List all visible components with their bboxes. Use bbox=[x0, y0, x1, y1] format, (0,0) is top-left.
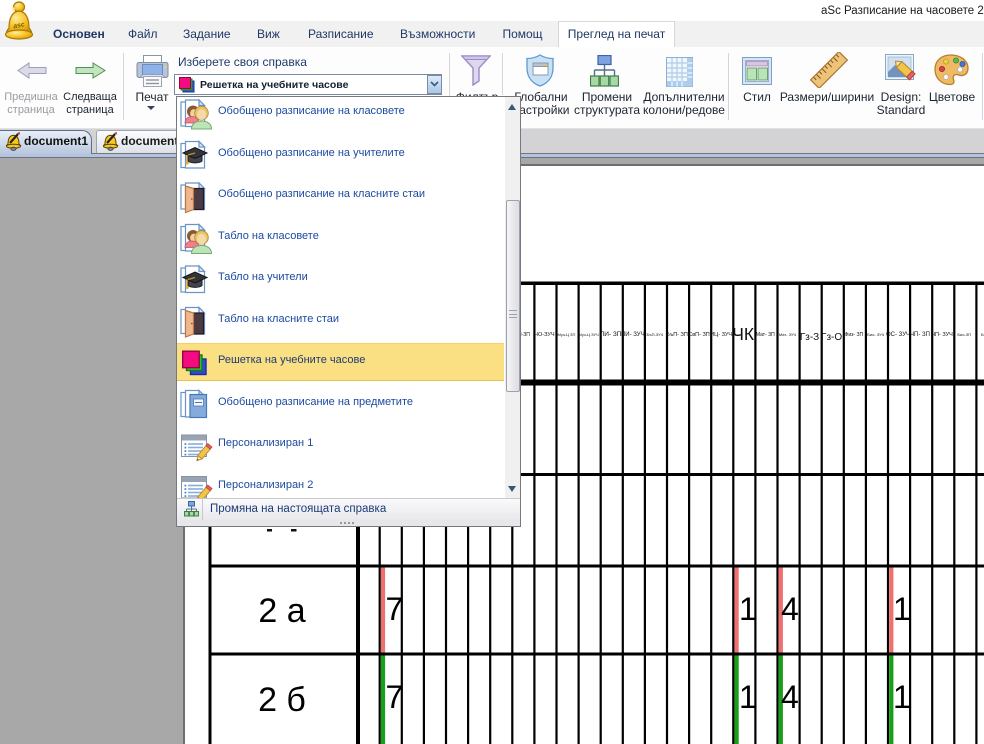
svg-text:ИЦ- ЗУЧ: ИЦ- ЗУЧ bbox=[710, 332, 732, 338]
svg-text:4: 4 bbox=[781, 679, 799, 715]
svg-text:Био- ЗУЧ: Био- ЗУЧ bbox=[867, 332, 884, 337]
svg-text:Био-ЗП: Био-ЗП bbox=[957, 332, 971, 337]
svg-text:7: 7 bbox=[386, 591, 404, 627]
svg-text:ОС- ЗУЧ: ОС- ЗУЧ bbox=[886, 332, 910, 338]
svg-text:Гз-З: Гз-З bbox=[800, 332, 819, 343]
svg-text:Мат- ЗП: Мат- ЗП bbox=[756, 332, 775, 338]
svg-text:Мат- ЗУЧ: Мат- ЗУЧ bbox=[779, 332, 797, 337]
svg-text:Гз-О: Гз-О bbox=[821, 332, 842, 343]
svg-text:СвП- ЗП: СвП- ЗП bbox=[688, 332, 710, 338]
svg-text:7: 7 bbox=[386, 679, 404, 715]
svg-text:1: 1 bbox=[739, 591, 757, 627]
svg-text:4: 4 bbox=[781, 591, 799, 627]
svg-text:2 б: 2 б bbox=[258, 681, 306, 719]
svg-text:Муз-Ц ЗУЧ: Муз-Ц ЗУЧ bbox=[578, 332, 599, 337]
svg-text:ПИ- ЗУЧ: ПИ- ЗУЧ bbox=[621, 332, 645, 338]
svg-text:ЧП- ЗУЧ: ЧП- ЗУЧ bbox=[931, 332, 953, 338]
svg-text:1: 1 bbox=[739, 679, 757, 715]
svg-text:Муз-Ц ЗП: Муз-Ц ЗП bbox=[557, 332, 575, 337]
svg-text:Физ- ЗП: Физ- ЗП bbox=[845, 332, 864, 338]
svg-text:ЧП- ЗП: ЧП- ЗП bbox=[910, 332, 930, 338]
svg-text:ЧО-ЗУЧ: ЧО-ЗУЧ bbox=[534, 332, 555, 338]
svg-text:1: 1 bbox=[893, 679, 911, 715]
svg-text:ЛИ- ЗП: ЛИ- ЗП bbox=[600, 331, 622, 338]
svg-text:1: 1 bbox=[893, 591, 911, 627]
svg-text:2 а: 2 а bbox=[258, 592, 305, 630]
svg-text:БъП- ЗП: БъП- ЗП bbox=[666, 332, 688, 338]
svg-text:ЧК: ЧК bbox=[732, 324, 755, 344]
svg-text:БъП-ЗУЧ: БъП-ЗУЧ bbox=[646, 332, 663, 337]
